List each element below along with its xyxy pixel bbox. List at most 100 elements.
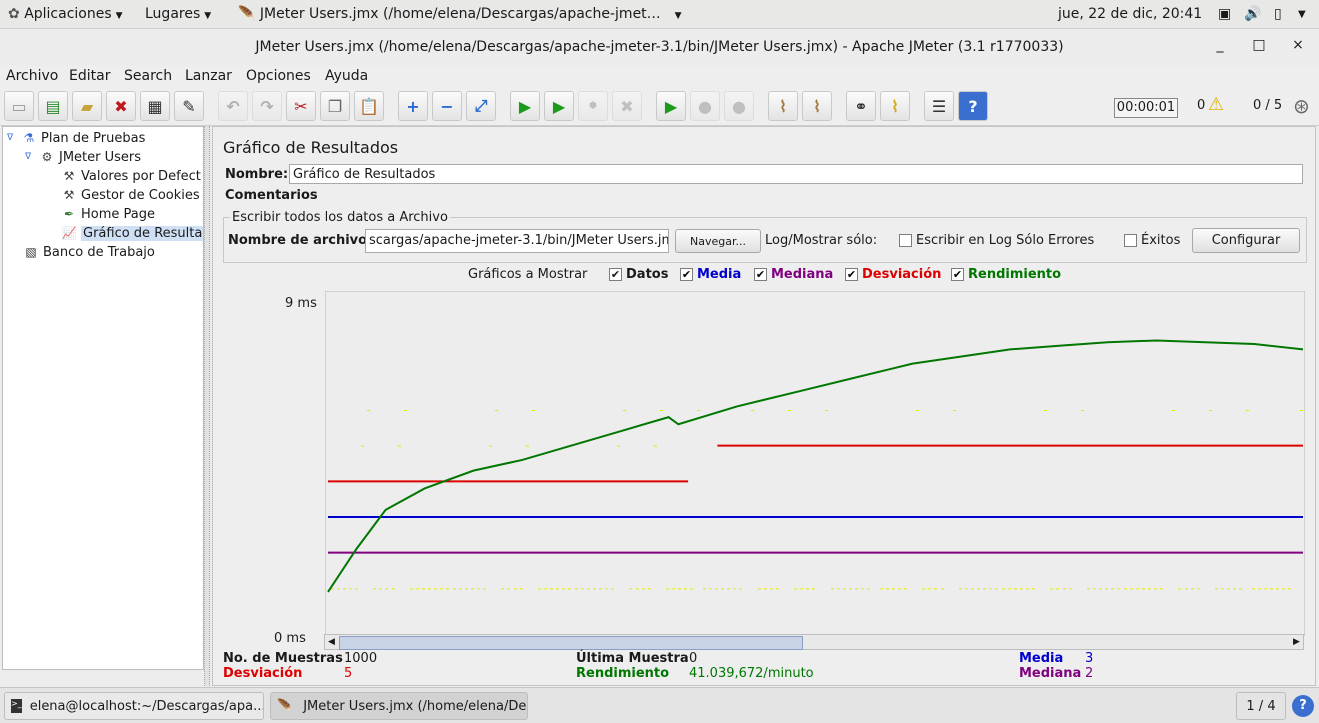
battery-icon[interactable]: ▯ — [1274, 6, 1282, 22]
sample-data-point — [416, 588, 419, 590]
minimize-button[interactable]: _ — [1210, 37, 1230, 53]
workspace-switcher[interactable]: 1 / 4 — [1236, 692, 1286, 720]
shutdown-icon[interactable]: ✖ — [612, 91, 642, 121]
remote-shutdown-icon[interactable]: ● — [724, 91, 754, 121]
help-icon[interactable]: ? — [1292, 695, 1314, 717]
tree-item-graph-results[interactable]: 📈 Gráfico de Resulta — [61, 224, 203, 242]
menu-ayuda[interactable]: Ayuda — [325, 68, 368, 84]
tree-item-label: Banco de Trabajo — [43, 244, 155, 260]
name-field[interactable]: Gráfico de Resultados — [289, 164, 1303, 184]
browse-button[interactable]: Navegar... — [675, 229, 761, 253]
collapse-icon[interactable]: − — [432, 91, 462, 121]
sample-data-point — [1056, 588, 1059, 590]
close-button[interactable]: × — [1288, 37, 1308, 53]
scroll-right-icon[interactable]: ▶ — [1293, 637, 1300, 647]
reset-search-icon[interactable]: ⌇ — [880, 91, 910, 121]
clear-all-icon[interactable]: ⌇ — [802, 91, 832, 121]
clock[interactable]: jue, 22 de dic, 20:41 — [1058, 6, 1202, 22]
function-helper-icon[interactable]: ☰ — [924, 91, 954, 121]
sample-data-point — [1258, 588, 1261, 590]
tree-item-thread-group[interactable]: ᐁ ⚙ JMeter Users — [25, 148, 141, 166]
comments-label[interactable]: Comentarios — [225, 188, 318, 203]
sample-data-point — [1185, 588, 1188, 590]
sample-data-point — [440, 588, 443, 590]
tree-item-cookie-manager[interactable]: ⚒ Gestor de Cookies — [61, 186, 200, 204]
scroll-left-icon[interactable]: ◀ — [328, 637, 335, 647]
sample-data-point — [806, 588, 809, 590]
expand-icon[interactable]: + — [398, 91, 428, 121]
close-file-icon[interactable]: ✖ — [106, 91, 136, 121]
clear-icon[interactable]: ⌇ — [768, 91, 798, 121]
checkbox-checked-icon[interactable]: ✔ — [754, 268, 767, 281]
tree-item-http-defaults[interactable]: ⚒ Valores por Defect — [61, 167, 201, 185]
successes-checkbox[interactable]: Éxitos — [1124, 233, 1180, 248]
sample-data-point — [465, 588, 468, 590]
window-icon[interactable]: ▣ — [1218, 6, 1231, 22]
checkbox-icon[interactable] — [1124, 234, 1137, 247]
menu-opciones[interactable]: Opciones — [246, 68, 311, 84]
undo-icon[interactable]: ↶ — [218, 91, 248, 121]
applications-menu[interactable]: ✿ Aplicaciones ▼ — [8, 6, 123, 22]
checkbox-checked-icon[interactable]: ✔ — [609, 268, 622, 281]
remote-start-icon[interactable]: ▶ — [656, 91, 686, 121]
menu-archivo[interactable]: Archivo — [6, 68, 58, 84]
tree-item-test-plan[interactable]: ᐁ ⚗ Plan de Pruebas — [7, 129, 145, 147]
scrollbar-thumb[interactable] — [339, 636, 803, 650]
new-icon[interactable]: ▭ — [4, 91, 34, 121]
sample-data-point — [623, 410, 626, 411]
open-icon[interactable]: ▰ — [72, 91, 102, 121]
templates-icon[interactable]: ▤ — [38, 91, 68, 121]
task-terminal[interactable]: >_ elena@localhost:~/Descargas/apa... — [4, 692, 264, 720]
task-jmeter[interactable]: 🪶 JMeter Users.jmx (/home/elena/De... — [270, 692, 528, 720]
checkbox-checked-icon[interactable]: ✔ — [680, 268, 693, 281]
sample-data-point — [1020, 588, 1023, 590]
tree-item-home-page[interactable]: ✒ Home Page — [61, 205, 155, 223]
tree-toggle-icon[interactable]: ᐁ — [25, 152, 39, 162]
chart-horizontal-scrollbar[interactable]: ◀ ▶ — [324, 634, 1304, 650]
menu-search[interactable]: Search — [124, 68, 172, 84]
tree-toggle-icon[interactable]: ᐁ — [7, 133, 21, 143]
tree-item-label: Plan de Pruebas — [41, 130, 146, 146]
filename-field[interactable]: scargas/apache-jmeter-3.1/bin/JMeter Use… — [365, 229, 669, 253]
configure-button[interactable]: Configurar — [1192, 228, 1300, 253]
stop-icon[interactable]: ⬢ — [578, 91, 608, 121]
start-icon[interactable]: ▶ — [510, 91, 540, 121]
sample-data-point — [703, 588, 706, 590]
warning-icon[interactable]: ⚠ — [1208, 94, 1224, 115]
places-menu[interactable]: Lugares ▼ — [145, 6, 211, 22]
save-as-icon[interactable]: ✎ — [174, 91, 204, 121]
active-window-menu[interactable]: 🪶 JMeter Users.jmx (/home/elena/Descarga… — [238, 6, 682, 22]
redo-icon[interactable]: ↷ — [252, 91, 282, 121]
split-pane-divider[interactable] — [204, 126, 210, 686]
system-menu-chevron-icon[interactable]: ▼ — [1298, 9, 1306, 20]
menu-editar[interactable]: Editar — [69, 68, 110, 84]
checkbox-icon[interactable] — [899, 234, 912, 247]
help-icon[interactable]: ? — [958, 91, 988, 121]
remote-stop-icon[interactable]: ● — [690, 91, 720, 121]
search-icon[interactable]: ⚭ — [846, 91, 876, 121]
tree-horizontal-scrollbar[interactable]: ◀ ▶ — [3, 669, 201, 670]
toggle-mediana[interactable]: ✔ Mediana — [754, 267, 833, 282]
cut-icon[interactable]: ✂ — [286, 91, 316, 121]
sample-data-point — [495, 410, 498, 411]
toggle-desviacion[interactable]: ✔ Desviación — [845, 267, 941, 282]
paste-icon[interactable]: 📋 — [354, 91, 384, 121]
menu-lanzar[interactable]: Lanzar — [185, 68, 232, 84]
checkbox-checked-icon[interactable]: ✔ — [951, 268, 964, 281]
sample-data-point — [794, 588, 797, 590]
maximize-button[interactable]: □ — [1249, 37, 1269, 53]
tree-item-label: JMeter Users — [59, 149, 142, 165]
toggle-rendimiento[interactable]: ✔ Rendimiento — [951, 267, 1061, 282]
checkbox-checked-icon[interactable]: ✔ — [845, 268, 858, 281]
toggle-datos[interactable]: ✔ Datos — [609, 267, 668, 282]
toggle-icon[interactable]: ⤢ — [466, 91, 496, 121]
toggle-media[interactable]: ✔ Media — [680, 267, 741, 282]
errors-only-checkbox[interactable]: Escribir en Log Sólo Errores — [899, 233, 1094, 248]
volume-icon[interactable]: 🔊 — [1244, 6, 1261, 22]
save-icon[interactable]: ▦ — [140, 91, 170, 121]
copy-icon[interactable]: ❐ — [320, 91, 350, 121]
sample-data-point — [544, 588, 547, 590]
start-no-pauses-icon[interactable]: ▶ — [544, 91, 574, 121]
filename-label: Nombre de archivo — [228, 233, 368, 248]
tree-item-workbench[interactable]: ▧ Banco de Trabajo — [23, 243, 155, 261]
